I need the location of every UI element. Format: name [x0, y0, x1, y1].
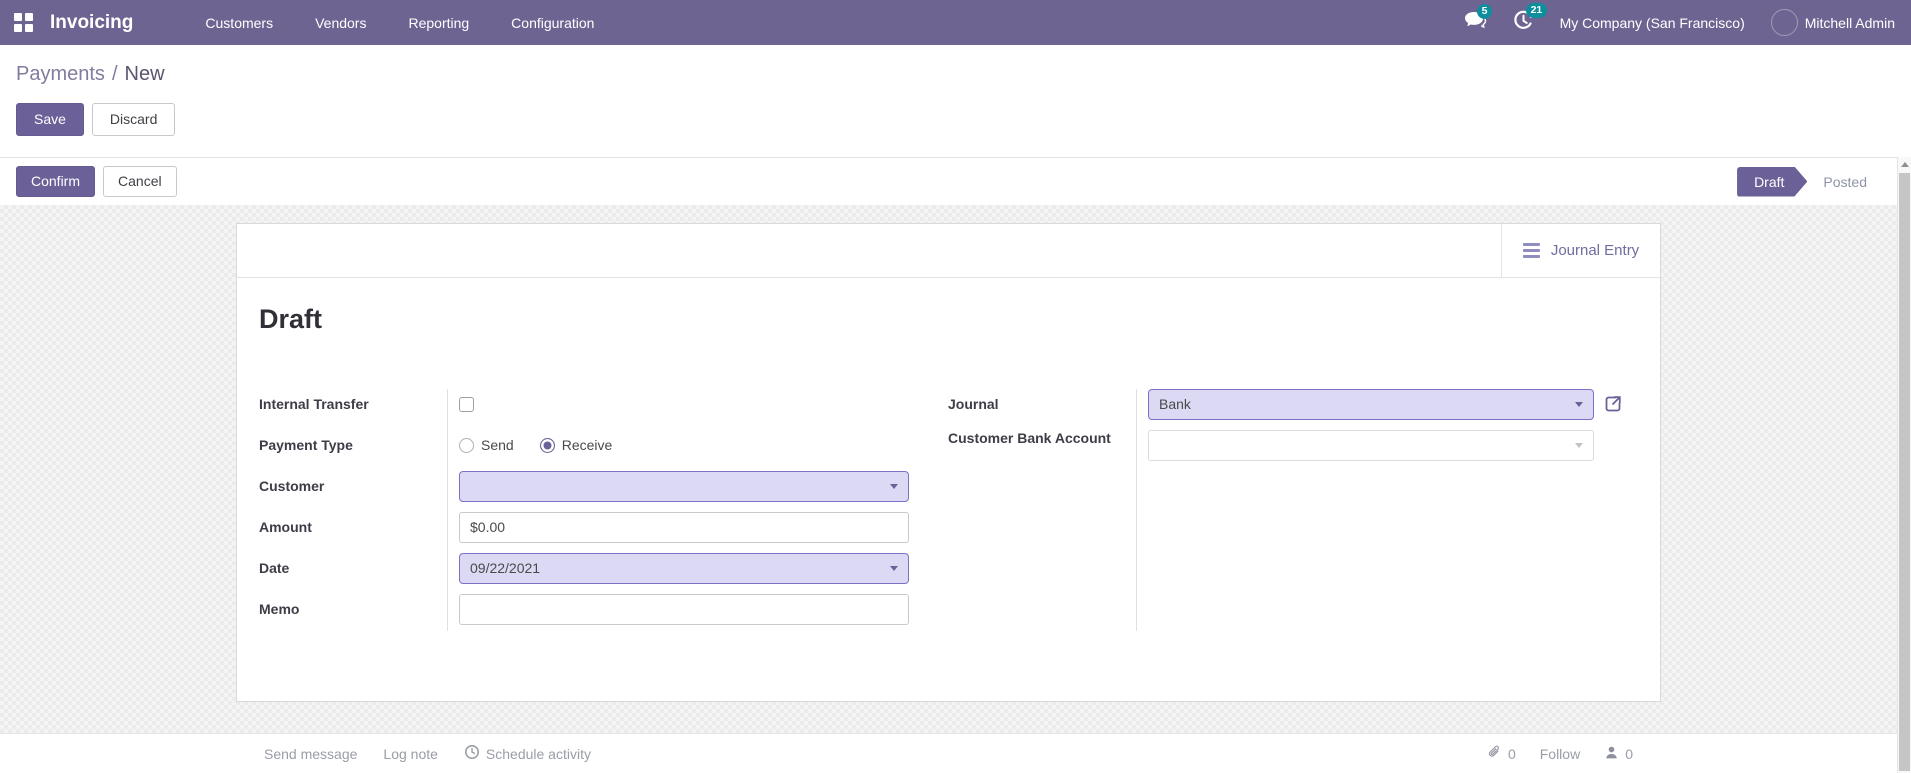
payment-type-receive-label[interactable]: Receive — [562, 437, 613, 453]
log-note-button[interactable]: Log note — [383, 746, 438, 762]
internal-transfer-label: Internal Transfer — [259, 395, 369, 412]
menu-vendors[interactable]: Vendors — [315, 15, 366, 31]
top-nav-bar: Invoicing Customers Vendors Reporting Co… — [0, 0, 1911, 45]
schedule-clock-icon — [464, 744, 480, 763]
discard-button[interactable]: Discard — [91, 103, 176, 136]
breadcrumb-separator: / — [111, 63, 118, 85]
journal-input[interactable]: Bank — [1148, 388, 1594, 420]
form-group-left: Internal Transfer Payment Type Send Rece… — [259, 387, 909, 633]
dropdown-caret-icon — [890, 483, 898, 489]
amount-input[interactable]: $0.00 — [459, 511, 909, 543]
control-panel: Payments / New Save Discard — [0, 45, 1911, 157]
status-draft[interactable]: Draft — [1737, 167, 1807, 197]
user-name: Mitchell Admin — [1804, 14, 1895, 31]
amount-row: Amount $0.00 — [259, 510, 909, 544]
activities-badge: 21 — [1525, 2, 1548, 19]
confirm-button[interactable]: Confirm — [16, 166, 96, 197]
dropdown-caret-icon — [1575, 401, 1583, 407]
memo-row: Memo — [259, 592, 909, 626]
breadcrumb: Payments / New — [16, 61, 1895, 87]
scrollbar-thumb[interactable] — [1899, 173, 1910, 771]
scrollbar-up-arrow-icon[interactable] — [1898, 157, 1911, 172]
activities-button[interactable]: 21 — [1513, 2, 1548, 36]
sheet-body: Draft Internal Transfer Payment Type Sen… — [237, 304, 1660, 633]
internal-transfer-row: Internal Transfer — [259, 387, 905, 421]
follow-button[interactable]: Follow — [1540, 746, 1580, 762]
menu-configuration[interactable]: Configuration — [511, 15, 594, 31]
customer-row: Customer — [259, 469, 909, 503]
date-row: Date 09/22/2021 — [259, 551, 909, 585]
journal-row: Journal Bank — [948, 387, 1623, 421]
sheet-button-box: Journal Entry — [237, 224, 1660, 278]
status-posted[interactable]: Posted — [1823, 174, 1867, 190]
payment-type-row: Payment Type Send Receive — [259, 428, 905, 462]
internal-transfer-checkbox[interactable] — [459, 396, 474, 412]
dropdown-caret-icon — [1575, 443, 1583, 448]
apps-grid-icon[interactable] — [14, 13, 33, 32]
paperclip-icon — [1487, 744, 1502, 763]
payment-type-send-label[interactable]: Send — [481, 437, 514, 453]
customer-bank-account-row: Customer Bank Account — [948, 428, 1620, 462]
record-action-buttons: Confirm Cancel — [16, 166, 177, 197]
payment-type-label: Payment Type — [259, 436, 353, 453]
menu-reporting[interactable]: Reporting — [408, 15, 469, 31]
cancel-button[interactable]: Cancel — [103, 166, 177, 197]
form-status-row: Confirm Cancel Draft Posted — [0, 157, 1897, 205]
vertical-scrollbar[interactable] — [1897, 157, 1911, 773]
follower-person-icon — [1604, 745, 1619, 763]
form-view-background: Journal Entry Draft Internal Transfer Pa… — [0, 205, 1897, 733]
app-name[interactable]: Invoicing — [50, 12, 133, 34]
messages-button[interactable]: 5 — [1464, 3, 1493, 35]
payment-type-receive-radio[interactable] — [539, 437, 555, 453]
memo-input[interactable] — [459, 593, 909, 625]
external-link-icon[interactable] — [1603, 394, 1623, 414]
journal-entry-button[interactable]: Journal Entry — [1501, 224, 1660, 277]
schedule-activity-button[interactable]: Schedule activity — [464, 744, 591, 763]
date-input[interactable]: 09/22/2021 — [459, 552, 909, 584]
payment-type-send-radio[interactable] — [459, 437, 474, 453]
breadcrumb-new: New — [124, 63, 165, 85]
control-panel-buttons: Save Discard — [16, 103, 1895, 136]
memo-label: Memo — [259, 600, 300, 617]
customer-bank-account-label: Customer Bank Account — [948, 430, 1111, 446]
record-state-title: Draft — [259, 304, 323, 334]
customer-bank-account-input[interactable] — [1148, 430, 1594, 461]
company-switcher[interactable]: My Company (San Francisco) — [1560, 15, 1745, 31]
messages-badge: 5 — [1476, 3, 1493, 20]
statusbar: Draft Posted — [1737, 167, 1867, 197]
customer-input[interactable] — [459, 470, 909, 502]
avatar — [1770, 9, 1798, 36]
journal-entry-label: Journal Entry — [1550, 242, 1640, 259]
amount-label: Amount — [259, 518, 312, 535]
attachments-button[interactable]: 0 — [1487, 744, 1516, 763]
dropdown-caret-icon — [890, 565, 898, 571]
followers-button[interactable]: 0 — [1604, 745, 1633, 763]
customer-label: Customer — [259, 477, 325, 494]
save-button[interactable]: Save — [16, 103, 84, 136]
main-menu: Customers Vendors Reporting Configuratio… — [205, 15, 594, 31]
user-menu[interactable]: Mitchell Admin — [1770, 9, 1895, 36]
form-group-right: Journal Bank Customer Bank Account — [948, 387, 1623, 633]
breadcrumb-payments[interactable]: Payments — [16, 63, 105, 85]
chatter: Send message Log note Schedule activity … — [0, 733, 1897, 773]
menu-customers[interactable]: Customers — [205, 15, 273, 31]
journal-label: Journal — [948, 395, 999, 412]
journal-entry-bars-icon — [1522, 243, 1540, 258]
send-message-button[interactable]: Send message — [264, 746, 357, 762]
payment-form: Internal Transfer Payment Type Send Rece… — [259, 387, 1638, 633]
date-label: Date — [259, 559, 290, 576]
payment-form-sheet: Journal Entry Draft Internal Transfer Pa… — [236, 223, 1661, 702]
topbar-right: 5 21 My Company (San Francisco) Mitchell… — [1464, 2, 1895, 36]
